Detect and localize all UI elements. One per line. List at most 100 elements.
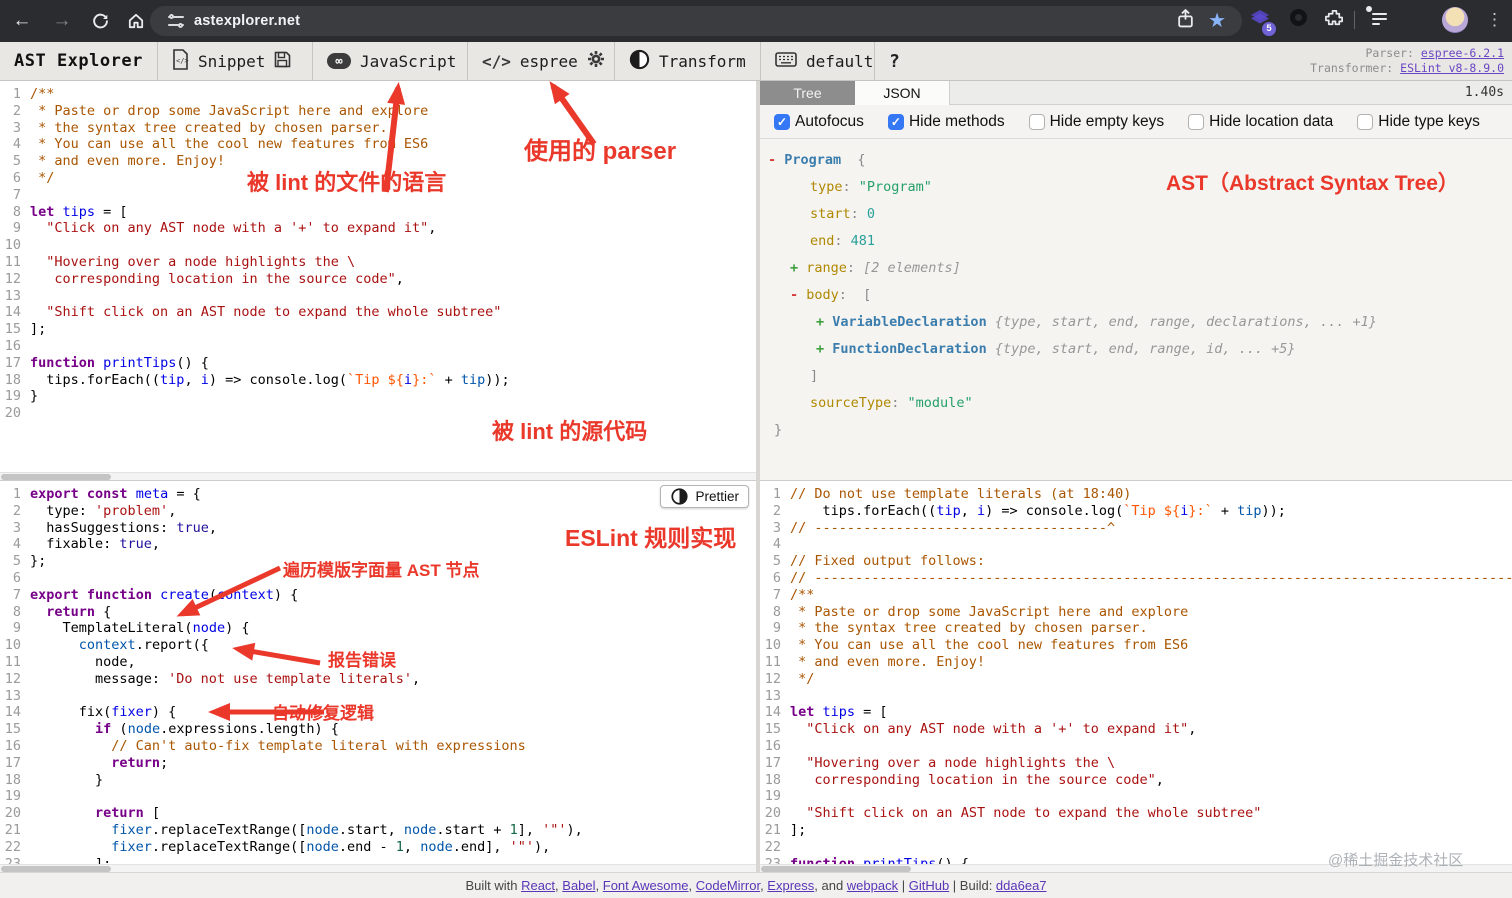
line-number: 15 <box>4 321 21 338</box>
node-type-label[interactable]: Program <box>784 152 841 168</box>
node-type-label[interactable]: VariableDeclaration <box>832 314 986 330</box>
footer-link[interactable]: GitHub <box>909 878 949 893</box>
footer: Built with React, Babel, Font Awesome, C… <box>0 872 1512 898</box>
checkbox-hide-methods[interactable]: ✓ Hide methods <box>887 113 1005 131</box>
address-bar[interactable]: astexplorer.net ★ <box>150 6 1242 36</box>
code-line: 13 <box>760 688 1512 705</box>
browser-chrome: ← → astexplorer.net ★ 5 ⋮ <box>0 0 1512 42</box>
checkbox-label: Hide location data <box>1209 112 1334 130</box>
file-code-icon[interactable]: </> <box>172 48 189 74</box>
blocker-extension-icon[interactable] <box>1290 9 1307 26</box>
tab-tree[interactable]: Tree <box>760 81 855 105</box>
ast-tab-bar: Tree JSON 1.40s <box>760 81 1512 105</box>
line-number: 9 <box>772 620 781 637</box>
checkbox-hide-empty-keys[interactable]: Hide empty keys <box>1028 113 1164 131</box>
footer-text: , <box>688 878 696 893</box>
back-icon[interactable]: ← <box>8 8 36 34</box>
cloud-infinity-icon: ∞ <box>327 53 351 69</box>
checkbox-hide-location-data[interactable]: Hide location data <box>1188 113 1333 131</box>
code-line: 18 corresponding location in the source … <box>760 772 1512 789</box>
svg-text:</>: </> <box>176 57 189 65</box>
line-number: 18 <box>764 771 781 788</box>
line-number: 9 <box>12 220 21 237</box>
help-button[interactable]: ? <box>889 51 900 72</box>
checkbox-box[interactable] <box>1028 113 1045 130</box>
code-line: 21 fixer.replaceTextRange([node.start, n… <box>0 822 756 839</box>
collapse-toggle-icon[interactable]: - <box>790 287 806 303</box>
save-icon[interactable] <box>274 51 291 72</box>
url-text[interactable]: astexplorer.net <box>194 13 300 29</box>
transformer-version-link[interactable]: ESLint v8-8.9.0 <box>1400 61 1504 75</box>
reload-icon[interactable] <box>86 8 114 34</box>
line-number: 14 <box>764 704 781 721</box>
bookmark-star-icon[interactable]: ★ <box>1208 8 1226 34</box>
site-settings-icon[interactable] <box>168 14 184 28</box>
parser-info: Parser: espree-6.2.1 Transformer: ESLint… <box>1310 46 1504 76</box>
transform-output-panel[interactable]: 1// Do not use template literals (at 18:… <box>760 480 1512 872</box>
transform-toggle-icon[interactable] <box>629 49 650 74</box>
code-line: 1// Do not use template literals (at 18:… <box>760 486 1512 503</box>
line-number: 4 <box>772 536 781 553</box>
share-icon[interactable] <box>1177 8 1194 33</box>
footer-link[interactable]: CodeMirror <box>696 878 760 893</box>
expand-toggle-icon[interactable]: + <box>816 314 832 330</box>
line-number: 2 <box>12 502 21 519</box>
checkbox-box[interactable] <box>1357 113 1374 130</box>
collapse-toggle-icon[interactable]: - <box>768 152 784 168</box>
footer-link[interactable]: Font Awesome <box>603 878 689 893</box>
line-number: 12 <box>4 270 21 287</box>
code-line: 13 <box>0 288 756 305</box>
expand-toggle-icon[interactable]: + <box>790 260 806 276</box>
line-number: 20 <box>764 805 781 822</box>
line-number: 8 <box>772 603 781 620</box>
source-hscrollbar[interactable] <box>0 472 756 480</box>
code-line: 9 "Click on any AST node with a '+' to e… <box>0 220 756 237</box>
tab-json[interactable]: JSON <box>855 81 950 105</box>
browser-menu-icon[interactable]: ⋮ <box>1486 7 1503 33</box>
parser-version-link[interactable]: espree-6.2.1 <box>1421 46 1504 60</box>
checkbox-box[interactable]: ✓ <box>774 113 790 130</box>
home-icon[interactable] <box>122 8 150 34</box>
checkbox-box[interactable]: ✓ <box>887 113 904 130</box>
snippet-button[interactable]: Snippet <box>198 52 265 71</box>
language-button[interactable]: JavaScript <box>360 52 456 71</box>
checkbox-hide-type-keys[interactable]: Hide type keys <box>1357 113 1480 131</box>
transform-button[interactable]: Transform <box>659 52 746 71</box>
keymap-button[interactable]: default <box>806 52 873 71</box>
footer-link[interactable]: React <box>521 878 555 893</box>
code-line: 2 type: 'problem', <box>0 503 756 520</box>
rule-hscrollbar[interactable] <box>0 864 756 872</box>
watermark: @稀土掘金技术社区 <box>1328 852 1464 869</box>
line-number: 13 <box>4 287 21 304</box>
footer-link[interactable]: Express <box>767 878 814 893</box>
line-number: 2 <box>772 502 781 519</box>
line-number: 21 <box>764 821 781 838</box>
prettier-label: Prettier <box>695 489 739 504</box>
line-number: 16 <box>4 337 21 354</box>
expand-toggle-icon[interactable]: + <box>816 341 832 357</box>
parser-button[interactable]: espree <box>520 52 578 71</box>
parser-settings-gear-icon[interactable] <box>587 50 605 72</box>
footer-link[interactable]: Babel <box>562 878 595 893</box>
code-line: 7/** <box>760 587 1512 604</box>
line-number: 17 <box>764 754 781 771</box>
footer-link[interactable]: dda6ea7 <box>996 878 1047 893</box>
line-number: 1 <box>772 486 781 502</box>
code-line: 8 let tips = [ <box>0 204 756 221</box>
line-number: 3 <box>12 519 21 536</box>
profile-avatar[interactable] <box>1442 7 1468 33</box>
extensions-puzzle-icon[interactable] <box>1324 8 1345 34</box>
prettier-button[interactable]: Prettier <box>660 485 749 508</box>
footer-link[interactable]: webpack <box>847 878 898 893</box>
keyboard-icon <box>775 51 797 71</box>
checkbox-autofocus[interactable]: ✓ Autofocus <box>774 113 864 131</box>
line-number: 12 <box>4 670 21 687</box>
code-line: 19 <box>760 788 1512 805</box>
node-type-label[interactable]: FunctionDeclaration <box>832 341 986 357</box>
checkbox-box[interactable] <box>1188 113 1205 130</box>
code-line: 9 TemplateLiteral(node) { <box>0 620 756 637</box>
checkbox-label: Autofocus <box>795 112 864 130</box>
forward-icon[interactable]: → <box>48 8 76 34</box>
code-line: 2 tips.forEach((tip, i) => console.log(`… <box>760 503 1512 520</box>
pinned-extension-icon[interactable]: 5 <box>1248 7 1276 36</box>
